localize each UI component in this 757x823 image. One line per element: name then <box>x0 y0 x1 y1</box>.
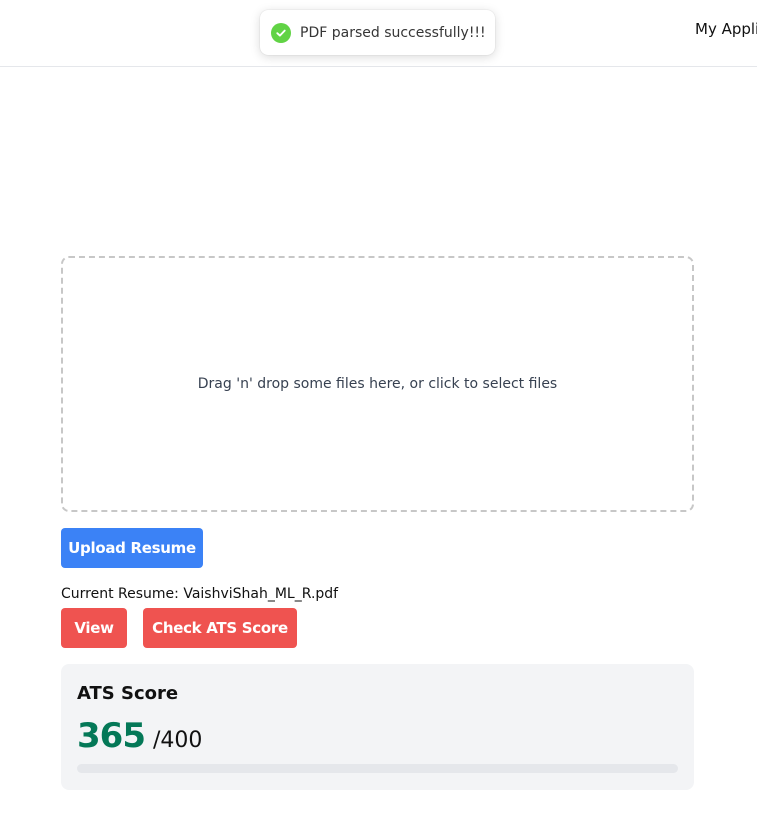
view-resume-button[interactable]: View <box>61 608 127 648</box>
current-resume-label: Current Resume: VaishviShah_ML_R.pdf <box>61 586 339 602</box>
ats-score-card: ATS Score 365 /400 <box>61 664 694 790</box>
ats-score-progress-bar <box>77 764 678 773</box>
toast-message: PDF parsed successfully!!! <box>300 24 486 41</box>
nav-link-my-applications[interactable]: My Applic <box>695 20 757 38</box>
ats-score-title: ATS Score <box>77 683 179 704</box>
file-dropzone[interactable]: Drag 'n' drop some files here, or click … <box>61 256 694 512</box>
ats-score-max: /400 <box>152 728 203 753</box>
success-toast: PDF parsed successfully!!! <box>260 10 495 55</box>
check-ats-score-button[interactable]: Check ATS Score <box>143 608 297 648</box>
page: My Applic PDF parsed successfully!!! Dra… <box>0 0 757 823</box>
ats-score-value: 365 <box>77 716 146 756</box>
upload-resume-button[interactable]: Upload Resume <box>61 528 203 568</box>
check-circle-icon <box>271 22 291 43</box>
dropzone-instructions: Drag 'n' drop some files here, or click … <box>197 376 558 392</box>
ats-score-row: 365 /400 <box>77 716 202 756</box>
